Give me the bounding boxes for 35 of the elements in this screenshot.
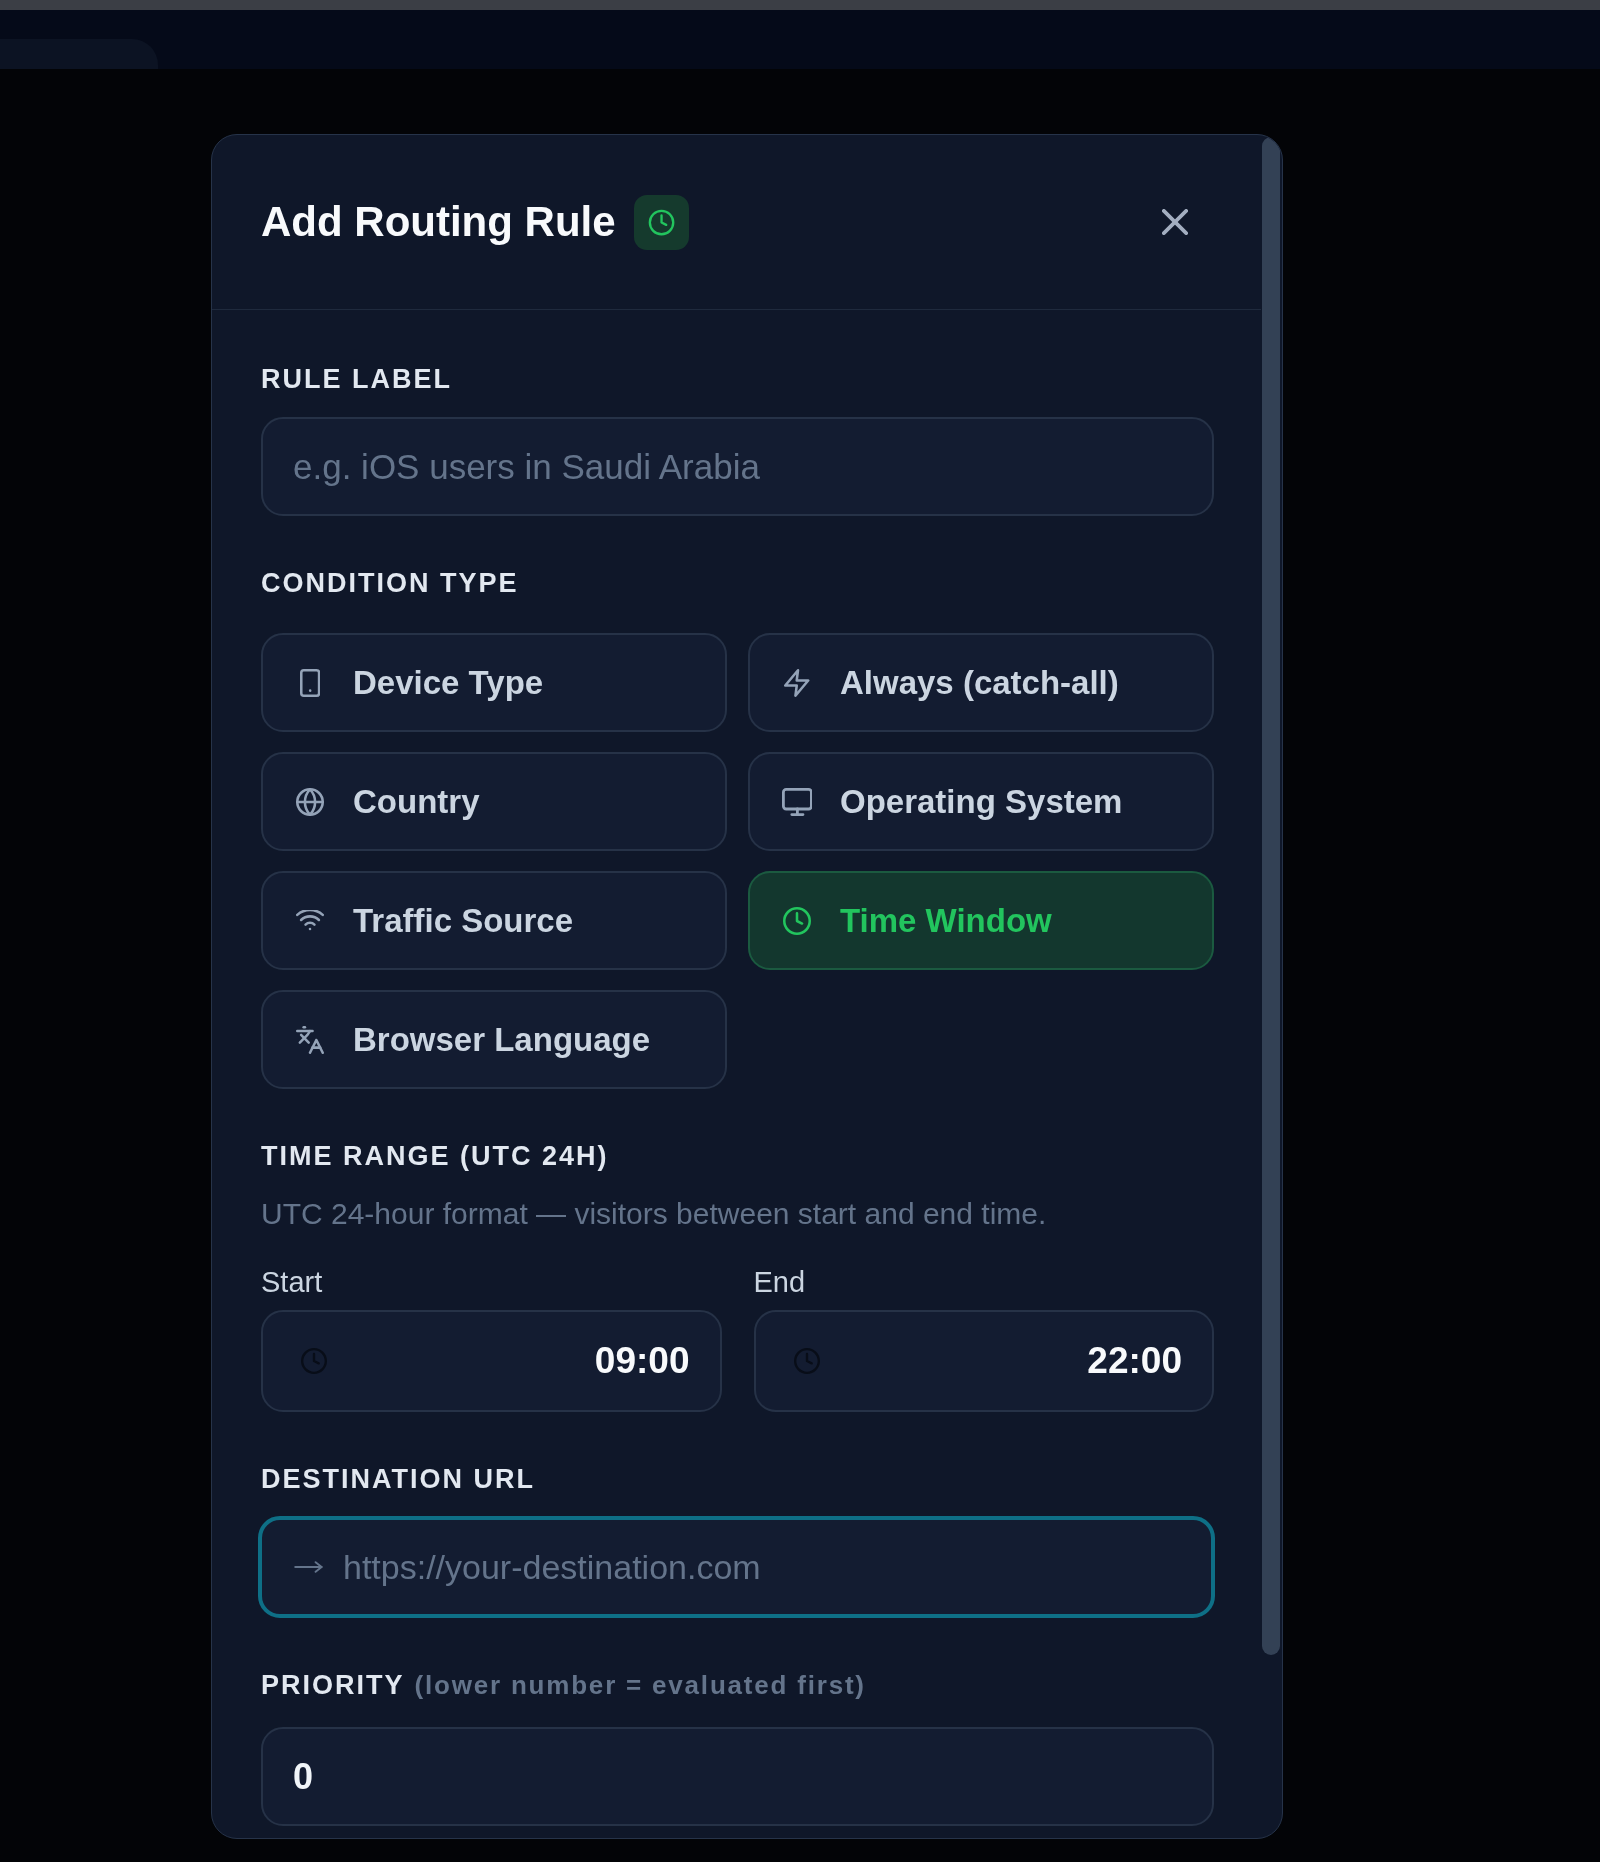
condition-option[interactable]: Browser Language bbox=[261, 990, 727, 1089]
time-input[interactable]: 09:00 bbox=[261, 1310, 722, 1412]
condition-option[interactable]: Time Window bbox=[748, 871, 1214, 970]
field-hint: (lower number = evaluated first) bbox=[414, 1670, 866, 1700]
scrollbar-thumb[interactable] bbox=[1262, 137, 1280, 1655]
field-label: Start bbox=[261, 1265, 324, 1299]
phone-icon bbox=[299, 668, 321, 697]
field-label: DESTINATION URL bbox=[261, 1463, 536, 1495]
number-input[interactable]: 0 bbox=[261, 1727, 1214, 1826]
field-label: PRIORITY bbox=[261, 1670, 405, 1700]
dialog-title: Add Routing Rule bbox=[261, 197, 616, 247]
clock-icon bbox=[783, 906, 811, 935]
language-icon bbox=[296, 1025, 324, 1054]
field-label: RULE LABEL bbox=[261, 363, 453, 395]
globe-icon bbox=[296, 787, 324, 816]
condition-option[interactable]: Operating System bbox=[748, 752, 1214, 851]
lightning-bolt-icon bbox=[784, 668, 810, 697]
clock-icon bbox=[301, 1348, 327, 1374]
condition-option[interactable]: Country bbox=[261, 752, 727, 851]
clock-icon bbox=[633, 194, 689, 250]
field-label: End bbox=[753, 1265, 807, 1299]
clock-icon bbox=[793, 1348, 820, 1374]
close-icon bbox=[1162, 209, 1188, 235]
condition-option[interactable]: Traffic Source bbox=[261, 871, 727, 970]
helper-text: UTC 24-hour format — visitors between start and end time. bbox=[261, 1197, 1048, 1231]
condition-option[interactable]: Always (catch-all) bbox=[748, 633, 1214, 732]
wifi-icon bbox=[296, 910, 324, 931]
monitor-icon bbox=[781, 787, 813, 816]
time-input[interactable]: 22:00 bbox=[753, 1310, 1214, 1412]
condition-option[interactable]: Device Type bbox=[261, 633, 727, 732]
text-input[interactable]: e.g. iOS users in Saudi Arabia bbox=[261, 417, 1214, 516]
arrow-icon bbox=[294, 1561, 323, 1573]
url-input[interactable]: https://your-destination.com bbox=[258, 1516, 1215, 1618]
field-label: TIME RANGE (UTC 24H) bbox=[261, 1140, 610, 1172]
field-label: CONDITION TYPE bbox=[261, 567, 520, 599]
